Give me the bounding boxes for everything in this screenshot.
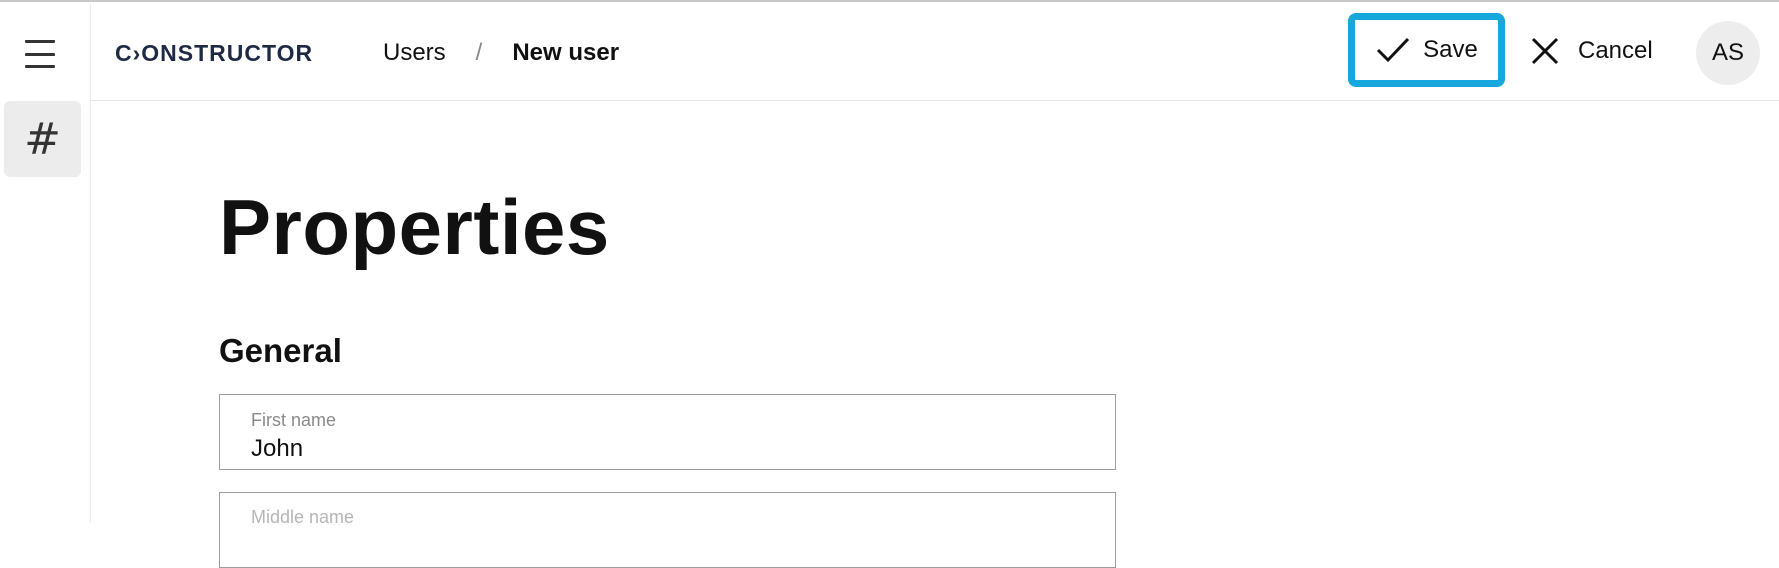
breadcrumb-current: New user xyxy=(512,39,620,66)
checkmark-icon xyxy=(1377,37,1410,63)
cancel-button[interactable]: Cancel xyxy=(1530,26,1653,76)
hamburger-menu-icon[interactable] xyxy=(25,40,55,68)
middle-name-field[interactable]: Middle name xyxy=(219,492,1116,568)
hash-nav-button[interactable]: # xyxy=(4,101,81,177)
avatar[interactable]: AS xyxy=(1696,21,1760,85)
first-name-field[interactable]: First name John xyxy=(219,394,1116,470)
breadcrumb: Users / New user xyxy=(383,39,619,67)
breadcrumb-users-link[interactable]: Users xyxy=(383,39,446,67)
save-button[interactable]: Save xyxy=(1348,13,1505,87)
middle-name-label: Middle name xyxy=(251,507,355,527)
save-label: Save xyxy=(1423,36,1478,63)
side-rail: # xyxy=(0,4,91,523)
main-content: Properties General First name John Middl… xyxy=(219,100,1419,568)
first-name-label: First name xyxy=(251,410,337,430)
breadcrumb-separator: / xyxy=(475,39,483,66)
first-name-value: John xyxy=(251,435,304,462)
cancel-label: Cancel xyxy=(1578,37,1653,64)
close-icon xyxy=(1531,37,1559,65)
constructor-logo[interactable]: C›ONSTRUCTOR xyxy=(115,40,313,67)
section-title-general: General xyxy=(219,332,342,369)
page-title: Properties xyxy=(219,183,610,271)
top-bar: C›ONSTRUCTOR Users / New user Save Cance… xyxy=(90,4,1779,101)
